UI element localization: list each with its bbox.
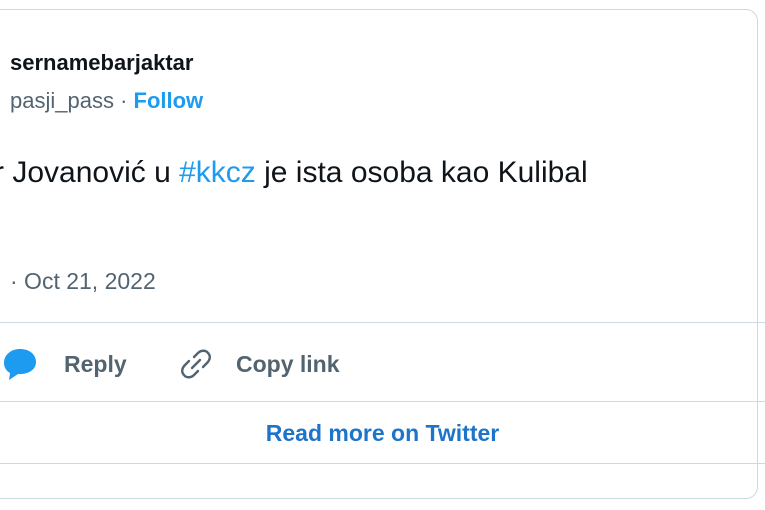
tweet-timestamp[interactable]: · Oct 21, 2022 [10,268,156,295]
author-handle-row: pasji_pass · Follow [10,88,203,114]
tweet-text-before: r Jovanović u [0,156,180,189]
hashtag-link[interactable]: #kkcz [179,156,256,189]
handle-separator: · [113,88,134,113]
follow-button[interactable]: Follow [134,88,204,113]
reply-label: Reply [64,350,127,377]
divider [0,463,765,464]
reply-button[interactable]: Reply [0,344,127,384]
read-more-link[interactable]: Read more on Twitter [0,420,765,447]
speech-bubble-icon [0,346,40,382]
author-display-name[interactable]: sernamebarjaktar [10,50,193,76]
tweet-text-after: je ista osoba kao Kulibal [255,156,588,189]
copy-link-label: Copy link [236,350,340,377]
divider [0,322,765,323]
tweet-text: r Jovanović u #kkcz je ista osoba kao Ku… [0,156,588,190]
author-handle[interactable]: pasji_pass [10,88,114,113]
link-chain-icon [178,346,214,382]
copy-link-button[interactable]: Copy link [178,344,340,384]
divider [0,401,765,402]
